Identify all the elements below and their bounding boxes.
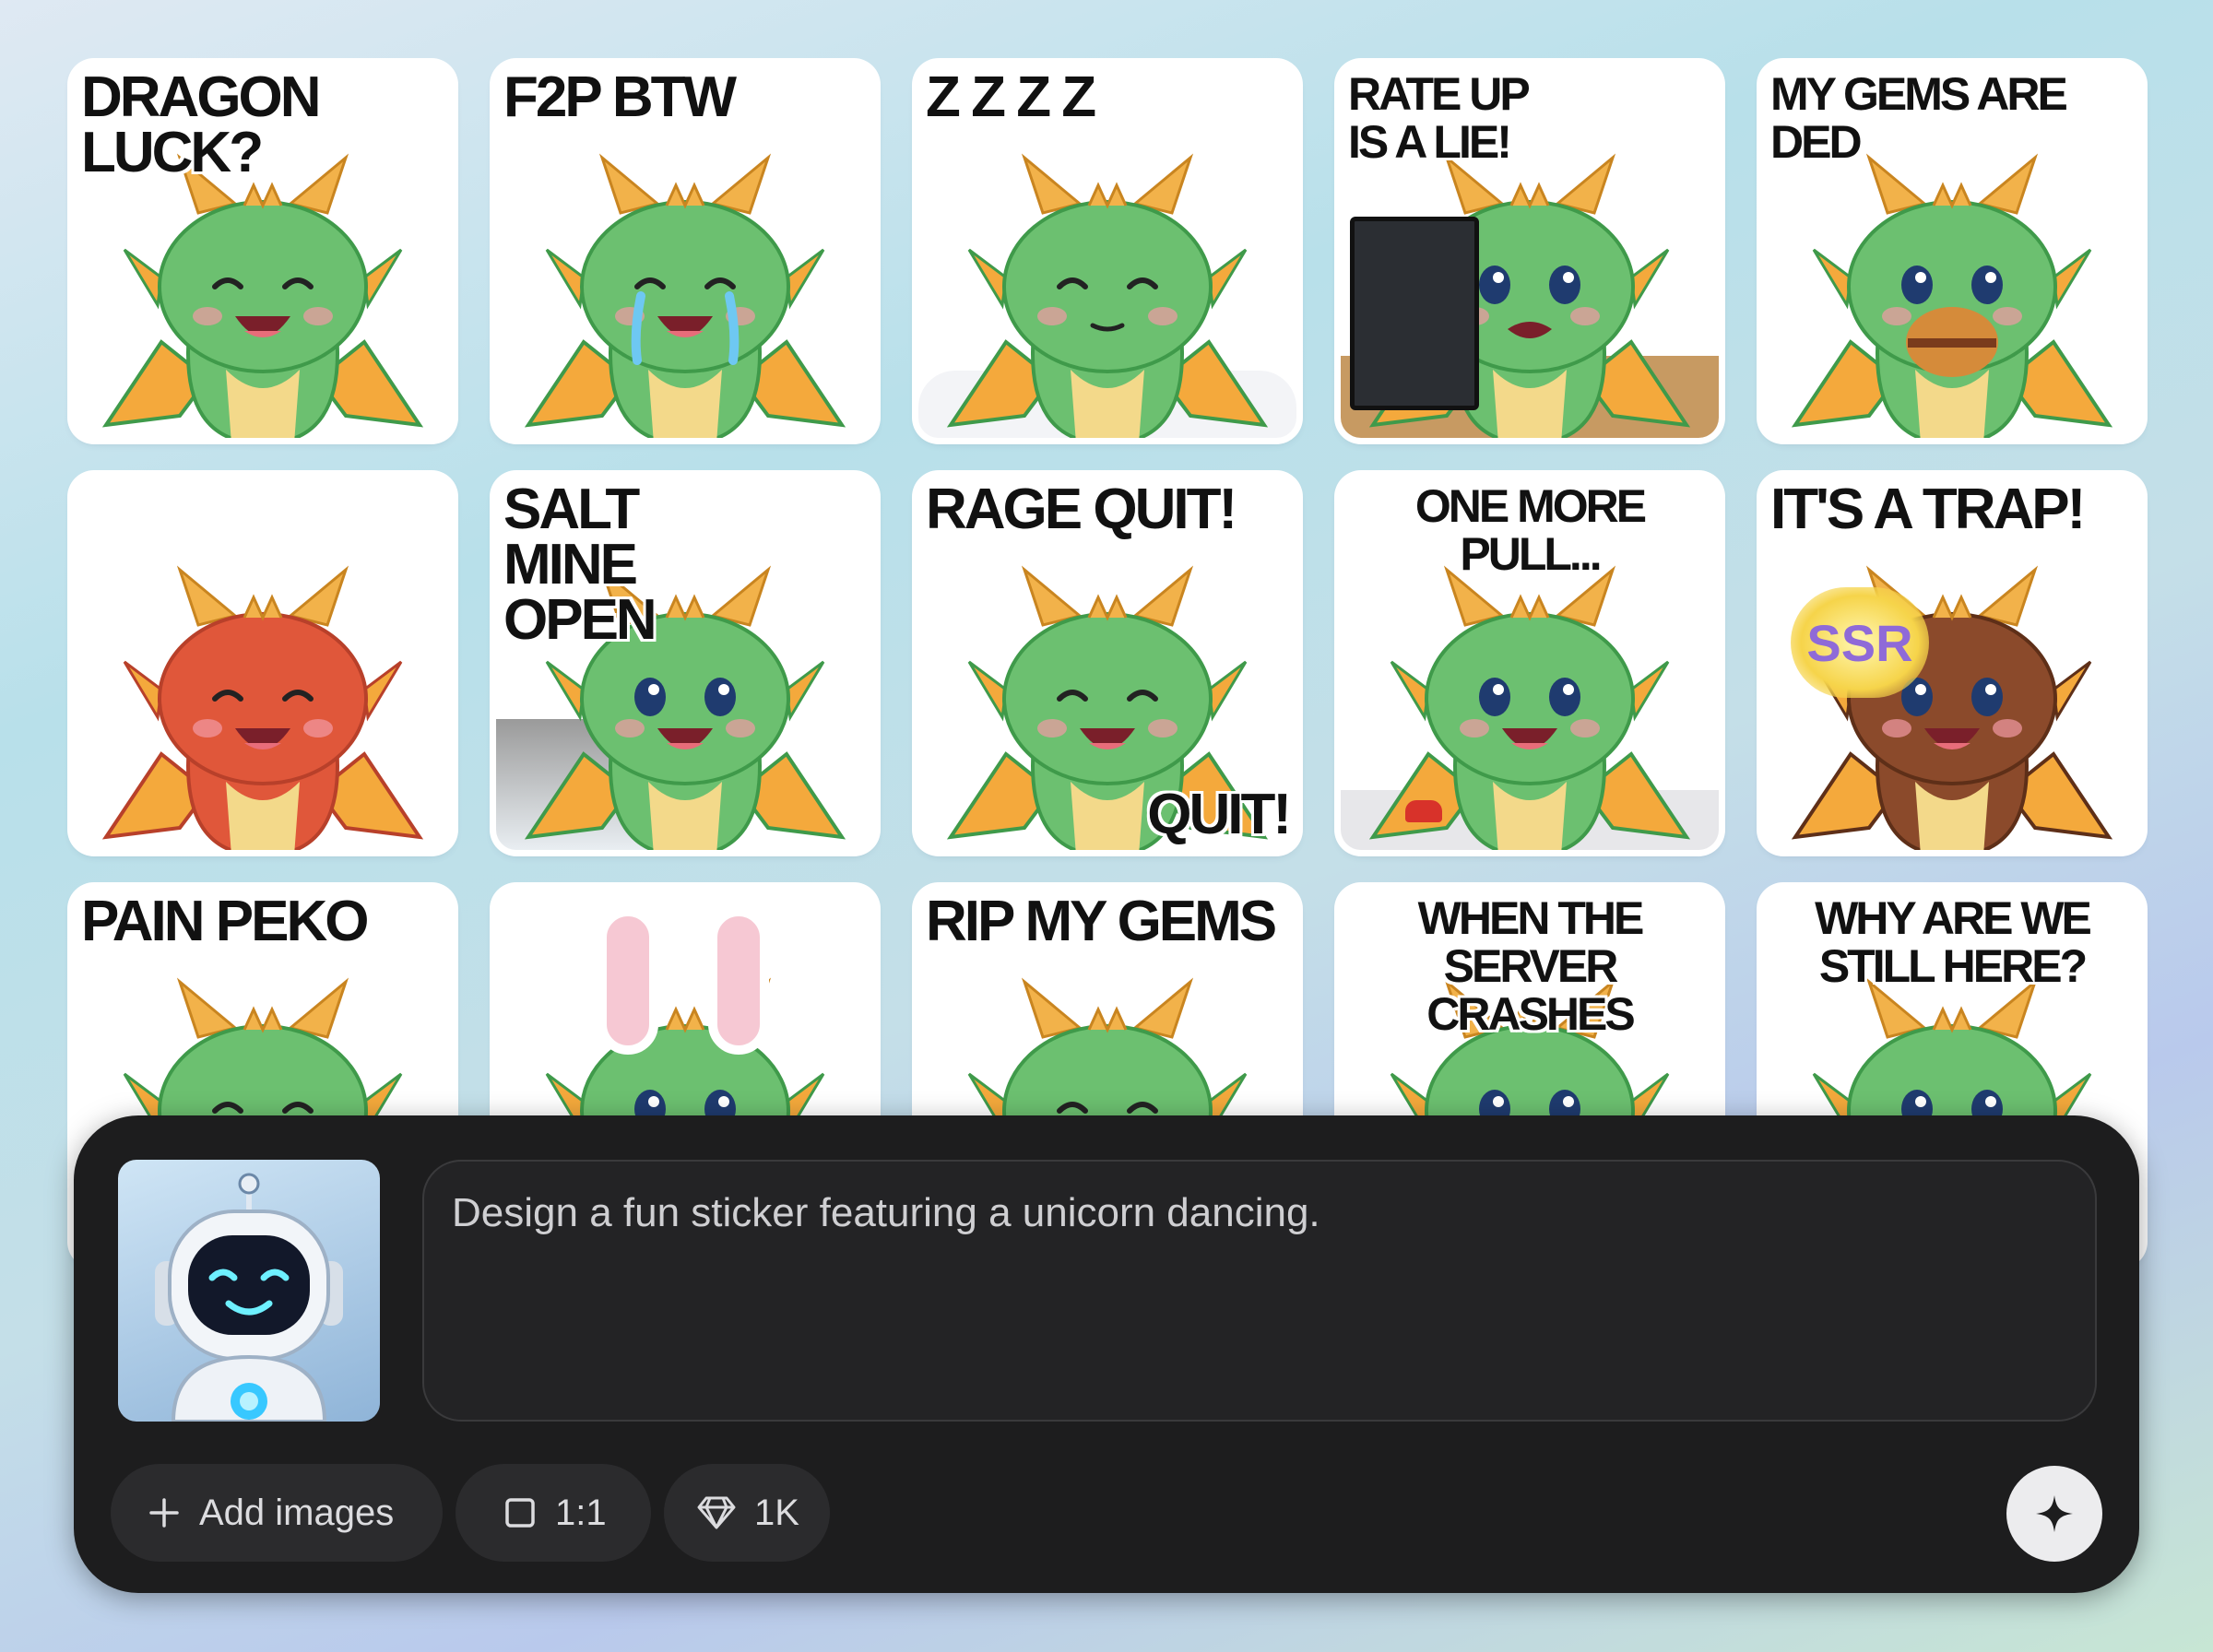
sticker-caption: PAIN PEKO bbox=[81, 890, 369, 953]
sticker-caption: WHEN THE SERVER CRASHES bbox=[1417, 892, 1645, 1040]
sticker-caption: RAGE QUIT! bbox=[926, 478, 1237, 541]
sticker-card[interactable]: SALT MINE OPEN bbox=[496, 477, 874, 850]
aspect-ratio-label: 1:1 bbox=[555, 1492, 607, 1533]
sticker-grid: DRAGON LUCK? F2P BTW Z Z Z Z RATE UP IS … bbox=[74, 65, 2144, 1262]
sticker-caption: IT'S A TRAP! bbox=[1770, 478, 2086, 541]
sticker-caption: Z Z Z Z bbox=[926, 65, 1096, 129]
robot-avatar-thumbnail[interactable] bbox=[118, 1160, 380, 1422]
aspect-ratio-button[interactable]: 1:1 bbox=[456, 1464, 651, 1562]
sticker-caption: MY GEMS ARE DED bbox=[1770, 68, 2068, 168]
sticker-caption: SALT MINE OPEN bbox=[503, 478, 657, 652]
sticker-caption: WHY ARE WE STILL HERE? bbox=[1815, 892, 2092, 992]
sticker-caption: RIP MY GEMS bbox=[926, 890, 1277, 953]
prompt-composer: Add images 1:1 1K bbox=[74, 1115, 2139, 1593]
sticker-card[interactable]: RAGE QUIT! QUIT! bbox=[918, 477, 1296, 850]
generate-button[interactable] bbox=[2006, 1466, 2102, 1562]
sticker-card[interactable]: DRAGON LUCK? bbox=[74, 65, 452, 438]
sticker-card[interactable]: RATE UP IS A LIE! bbox=[1341, 65, 1719, 438]
sticker-card[interactable]: MY GEMS ARE DED bbox=[1763, 65, 2141, 438]
bunny-ear bbox=[708, 907, 769, 1055]
sticker-card[interactable]: Z Z Z Z bbox=[918, 65, 1296, 438]
computer-monitor bbox=[1350, 217, 1479, 410]
sticker-card[interactable] bbox=[74, 477, 452, 850]
sticker-caption-secondary: QUIT! bbox=[1147, 783, 1292, 846]
prompt-input[interactable] bbox=[450, 1186, 2067, 1392]
sticker-card[interactable]: F2P BTW bbox=[496, 65, 874, 438]
square-icon bbox=[502, 1494, 538, 1531]
sticker-card[interactable]: ONE MORE PULL... bbox=[1341, 477, 1719, 850]
sticker-card[interactable]: SSR IT'S A TRAP! bbox=[1763, 477, 2141, 850]
robot-icon bbox=[155, 1173, 343, 1422]
resolution-button[interactable]: 1K bbox=[664, 1464, 830, 1562]
plus-icon bbox=[146, 1494, 183, 1531]
sticker-caption: DRAGON LUCK? bbox=[81, 65, 322, 184]
add-images-label: Add images bbox=[199, 1492, 395, 1533]
diamond-icon bbox=[695, 1494, 738, 1531]
ssr-badge: SSR bbox=[1791, 587, 1929, 698]
sticker-caption: RATE UP IS A LIE! bbox=[1348, 68, 1531, 168]
sticker-caption: F2P BTW bbox=[503, 65, 737, 129]
sticker-caption: ONE MORE PULL... bbox=[1414, 480, 1647, 580]
resolution-label: 1K bbox=[754, 1492, 799, 1533]
prompt-box bbox=[422, 1160, 2097, 1422]
red-button bbox=[1405, 800, 1442, 822]
add-images-button[interactable]: Add images bbox=[111, 1464, 443, 1562]
bunny-ear bbox=[598, 907, 658, 1055]
sparkle-icon bbox=[2036, 1495, 2073, 1532]
